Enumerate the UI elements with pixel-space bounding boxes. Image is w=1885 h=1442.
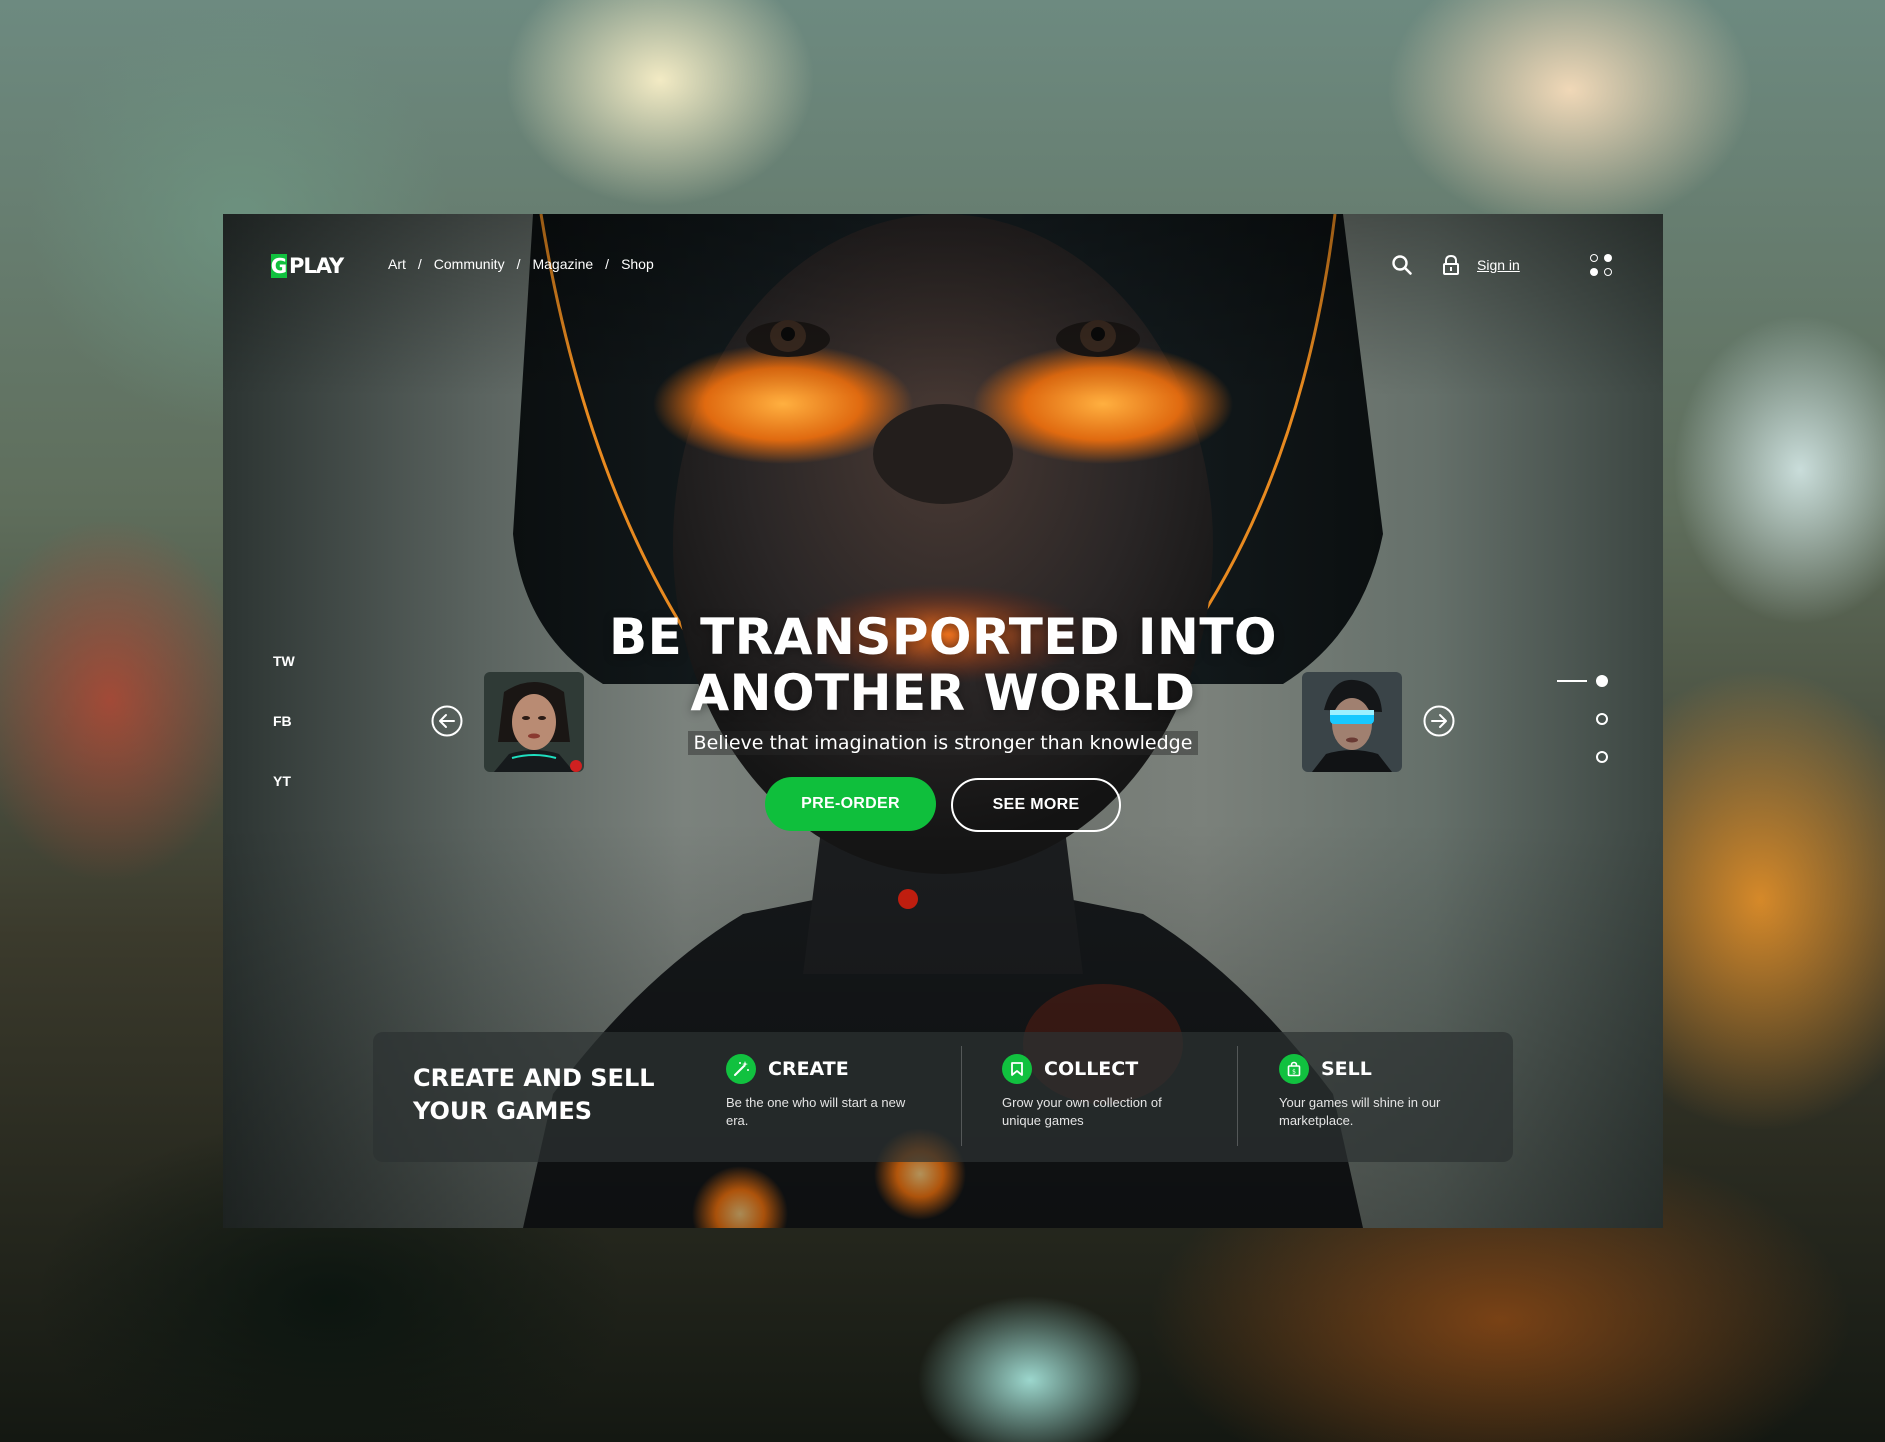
main-nav: Art / Community / Magazine / Shop (388, 256, 654, 272)
social-link-tw[interactable]: TW (273, 653, 295, 669)
headline-line-1: BE TRANSPORTED INTO (609, 608, 1277, 666)
grid-dots-icon[interactable] (1587, 251, 1617, 281)
nav-separator: / (605, 256, 610, 272)
feature-collect[interactable]: COLLECT Grow your own collection of uniq… (1002, 1054, 1192, 1130)
hero-headline: BE TRANSPORTED INTO ANOTHER WORLD (523, 609, 1363, 721)
slide-dot-2[interactable] (1596, 713, 1608, 725)
feature-description: Your games will shine in our marketplace… (1279, 1095, 1441, 1128)
svg-text:$: $ (1292, 1069, 1296, 1076)
see-more-button[interactable]: SEE MORE (951, 778, 1121, 832)
slide-dot-1[interactable] (1596, 675, 1608, 687)
hero-tagline: Believe that imagination is stronger tha… (687, 731, 1199, 755)
divider (1237, 1046, 1238, 1146)
headline-line-2: ANOTHER WORLD (690, 664, 1196, 722)
feature-title: CREATE (768, 1058, 849, 1080)
feature-description: Grow your own collection of unique games (1002, 1095, 1162, 1128)
nav-separator: / (417, 256, 422, 272)
feature-title: SELL (1321, 1058, 1372, 1080)
nav-item-shop[interactable]: Shop (621, 256, 654, 272)
feature-title: COLLECT (1044, 1058, 1139, 1080)
feature-create[interactable]: CREATE Be the one who will start a new e… (726, 1054, 916, 1130)
preorder-button[interactable]: PRE-ORDER (765, 777, 936, 831)
social-link-fb[interactable]: FB (273, 713, 292, 729)
nav-separator: / (516, 256, 521, 272)
logo-mark: G (270, 254, 288, 278)
panel-title-line-2: YOUR GAMES (413, 1097, 593, 1125)
magic-wand-icon (726, 1054, 756, 1084)
hero-card: G PLAY Art / Community / Magazine / Shop… (223, 214, 1663, 1228)
bookmark-icon (1002, 1054, 1032, 1084)
active-indicator-line (1557, 680, 1587, 682)
features-panel: CREATE AND SELL YOUR GAMES CREATE Be the… (373, 1032, 1513, 1162)
logo[interactable]: G PLAY (270, 252, 344, 280)
search-icon[interactable] (1391, 254, 1413, 276)
divider (961, 1046, 962, 1146)
panel-title: CREATE AND SELL YOUR GAMES (413, 1062, 673, 1128)
panel-title-line-1: CREATE AND SELL (413, 1064, 655, 1092)
feature-description: Be the one who will start a new era. (726, 1095, 906, 1128)
nav-item-art[interactable]: Art (388, 256, 406, 272)
feature-sell[interactable]: $ SELL Your games will shine in our mark… (1279, 1054, 1469, 1130)
nav-item-magazine[interactable]: Magazine (532, 256, 593, 272)
logo-text: PLAY (289, 254, 344, 278)
social-link-yt[interactable]: YT (273, 773, 291, 789)
sign-in-link[interactable]: Sign in (1477, 257, 1520, 273)
shopping-bag-icon: $ (1279, 1054, 1309, 1084)
lock-icon[interactable] (1441, 254, 1461, 276)
nav-item-community[interactable]: Community (434, 256, 505, 272)
hero-tagline-wrap: Believe that imagination is stronger tha… (223, 731, 1663, 755)
